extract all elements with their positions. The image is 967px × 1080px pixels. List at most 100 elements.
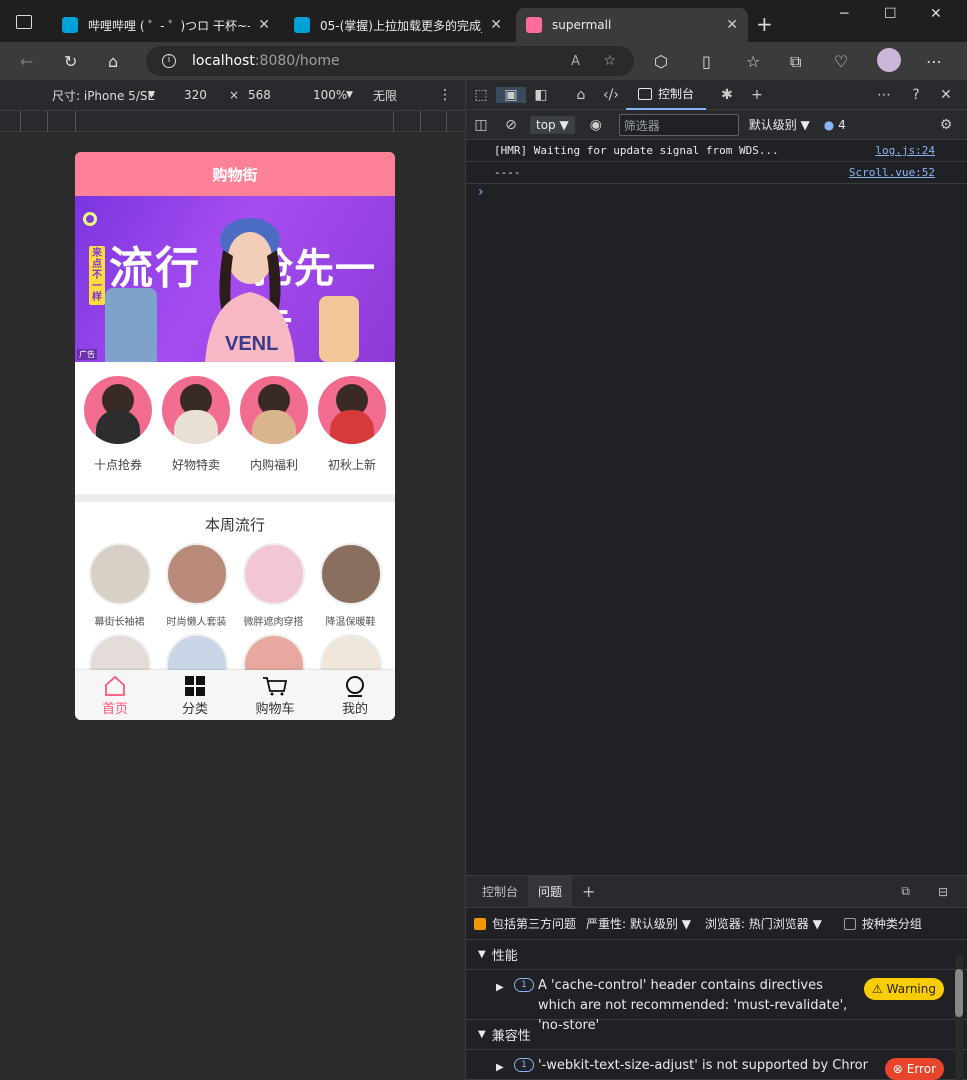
close-icon[interactable]: ✕	[490, 17, 502, 33]
collections-icon[interactable]: ⧉	[790, 52, 801, 72]
badge-label: Error	[906, 1062, 936, 1076]
url-field[interactable]: i localhost :8080/home A ☆	[146, 46, 634, 76]
help-icon[interactable]: ?	[901, 87, 931, 103]
more-icon[interactable]: ⋯	[926, 52, 942, 71]
close-icon[interactable]: ✕	[258, 17, 270, 33]
address-bar: ← ↻ ⌂ i localhost :8080/home A ☆ ⬡ ▯ ☆ ⧉…	[0, 42, 967, 80]
favorites-icon[interactable]: ☆	[746, 52, 760, 71]
tab-cart[interactable]: 购物车	[235, 670, 315, 720]
favorite-icon[interactable]: ☆	[603, 53, 616, 69]
device-toggle-icon[interactable]: ▣	[496, 86, 526, 103]
width-input[interactable]: 320	[184, 88, 207, 102]
extensions-icon[interactable]: ⬡	[654, 52, 668, 71]
issue-category[interactable]: ▼ 性能	[466, 940, 967, 970]
read-aloud-icon[interactable]: A	[571, 54, 580, 69]
tab-console[interactable]: 控制台	[626, 80, 707, 110]
dropdown-icon: ▼	[148, 90, 155, 100]
add-drawer-tab-icon[interactable]: +	[582, 882, 595, 901]
console-source-link[interactable]: Scroll.vue:52	[849, 166, 935, 179]
tab-supermall[interactable]: supermall ✕	[516, 8, 748, 42]
height-input[interactable]: 568	[248, 88, 271, 102]
weekly-label: 时尚懒人套装	[166, 617, 227, 628]
bug-icon[interactable]: ✱	[712, 87, 742, 103]
recommend-item[interactable]: 内购福利	[238, 376, 310, 494]
dock-drawer-icon[interactable]: ⧉	[901, 884, 910, 899]
weekly-item[interactable]: 时尚懒人套装	[162, 543, 232, 628]
avatar[interactable]	[877, 48, 901, 72]
minimize-icon[interactable]: ─	[840, 6, 848, 22]
issues-scrollbar[interactable]	[955, 955, 963, 1080]
devtools-drawer: 控制台 问题 + ⧉ ⊟ 包括第三方问题 严重性: 默认级别 ▼ 浏览器: 热门…	[466, 875, 967, 1080]
tab-bilibili[interactable]: 哔哩哔哩 ( ゜- ゜)つロ 干杯~-bili ✕	[52, 8, 280, 42]
issues-toolbar: 包括第三方问题 严重性: 默认级别 ▼ 浏览器: 热门浏览器 ▼ 按种类分组	[466, 908, 967, 940]
throttle-select[interactable]: 无限	[373, 87, 397, 104]
elements-icon[interactable]: ‹/›	[596, 87, 626, 103]
issue-row[interactable]: ▶ 1 '-webkit-text-size-adjust' is not su…	[466, 1050, 967, 1080]
section-divider	[75, 494, 395, 502]
levels-value: 默认级别	[748, 118, 797, 132]
issues-count: 4	[838, 117, 846, 132]
maximize-icon[interactable]: ☐	[884, 6, 897, 22]
health-icon[interactable]: ♡	[834, 52, 848, 71]
back-icon[interactable]: ←	[20, 52, 33, 71]
settings-icon[interactable]: ⚙	[931, 117, 961, 133]
dock-icon[interactable]: ◧	[526, 87, 556, 103]
eye-icon[interactable]: ◉	[581, 117, 611, 133]
group-checkbox[interactable]	[843, 917, 856, 930]
bilibili-icon	[294, 17, 310, 33]
severity-select[interactable]: 严重性: 默认级别 ▼	[586, 915, 691, 932]
filter-input[interactable]: 筛选器	[618, 113, 739, 136]
drawer-tabbar: 控制台 问题 + ⧉ ⊟	[466, 875, 967, 908]
more-options-icon[interactable]: ⋮	[438, 87, 452, 103]
recommend-section: 十点抢券 好物特卖 内购福利 初秋上新	[75, 362, 395, 494]
tab-actions-icon[interactable]	[16, 15, 32, 29]
issue-row[interactable]: ▶ 1 A 'cache-control' header contains di…	[466, 970, 967, 1033]
drawer-tab-console[interactable]: 控制台	[472, 876, 528, 908]
media-query-ruler	[0, 110, 465, 132]
recommend-item[interactable]: 初秋上新	[316, 376, 388, 494]
tab-profile[interactable]: 我的	[315, 670, 395, 720]
third-party-checkbox[interactable]	[474, 917, 486, 930]
more-icon[interactable]: ⋯	[869, 87, 899, 103]
tab-bar: 首页 分类 购物车 我的	[75, 670, 395, 720]
close-icon[interactable]: ✕	[726, 17, 738, 33]
profile-icon	[346, 676, 364, 697]
times-label: ×	[229, 88, 240, 102]
issues-counter[interactable]: ● 4	[824, 118, 846, 132]
sidebar-toggle-icon[interactable]: ◫	[466, 117, 496, 133]
tab-category[interactable]: 分类	[155, 670, 235, 720]
device-select[interactable]: 尺寸: iPhone 5/SE	[52, 87, 155, 104]
drawer-tab-issues[interactable]: 问题	[528, 875, 573, 908]
split-screen-icon[interactable]: ▯	[702, 52, 711, 71]
home-icon[interactable]: ⌂	[108, 52, 118, 71]
recommend-item[interactable]: 好物特卖	[160, 376, 232, 494]
banner-swiper[interactable]: 来点不一样 流行 抢先一步 VENL 广告	[75, 196, 395, 362]
console-text: [HMR] Waiting for update signal from WDS…	[494, 144, 779, 157]
clear-console-icon[interactable]: ⊘	[496, 117, 526, 133]
close-window-icon[interactable]: ✕	[930, 6, 942, 22]
weekly-item[interactable]: 微胖遮肉穿搭	[239, 543, 309, 628]
close-devtools-icon[interactable]: ✕	[931, 87, 961, 103]
banner-tag: 来点不一样	[89, 246, 105, 305]
cart-icon	[263, 677, 288, 696]
welcome-icon[interactable]: ⌂	[566, 87, 596, 103]
new-tab-icon[interactable]: +	[756, 12, 773, 36]
console-prompt[interactable]: ›	[466, 184, 967, 206]
tab-video[interactable]: 05-(掌握)上拉加载更多的完成_哔 ✕	[284, 8, 512, 42]
browser-select[interactable]: 浏览器: 热门浏览器 ▼	[705, 915, 822, 932]
weekly-item[interactable]: 幕街长袖裙	[85, 543, 155, 628]
weekly-item[interactable]: 降温保暖鞋	[316, 543, 386, 628]
recommend-item[interactable]: 十点抢券	[82, 376, 154, 494]
zoom-select[interactable]: 100%	[313, 88, 347, 102]
close-drawer-icon[interactable]: ⊟	[938, 885, 948, 899]
levels-select[interactable]: 默认级别 ▼	[749, 116, 810, 133]
inspect-icon[interactable]: ⬚	[466, 87, 496, 103]
tab-home[interactable]: 首页	[75, 670, 155, 720]
recommend-image	[318, 376, 386, 444]
weekly-image	[165, 543, 228, 605]
context-select[interactable]: top ▼	[530, 115, 575, 134]
refresh-icon[interactable]: ↻	[64, 52, 77, 71]
category-name: 兼容性	[491, 1029, 531, 1044]
add-tab-icon[interactable]: +	[742, 87, 772, 103]
console-source-link[interactable]: log.js:24	[875, 144, 935, 157]
